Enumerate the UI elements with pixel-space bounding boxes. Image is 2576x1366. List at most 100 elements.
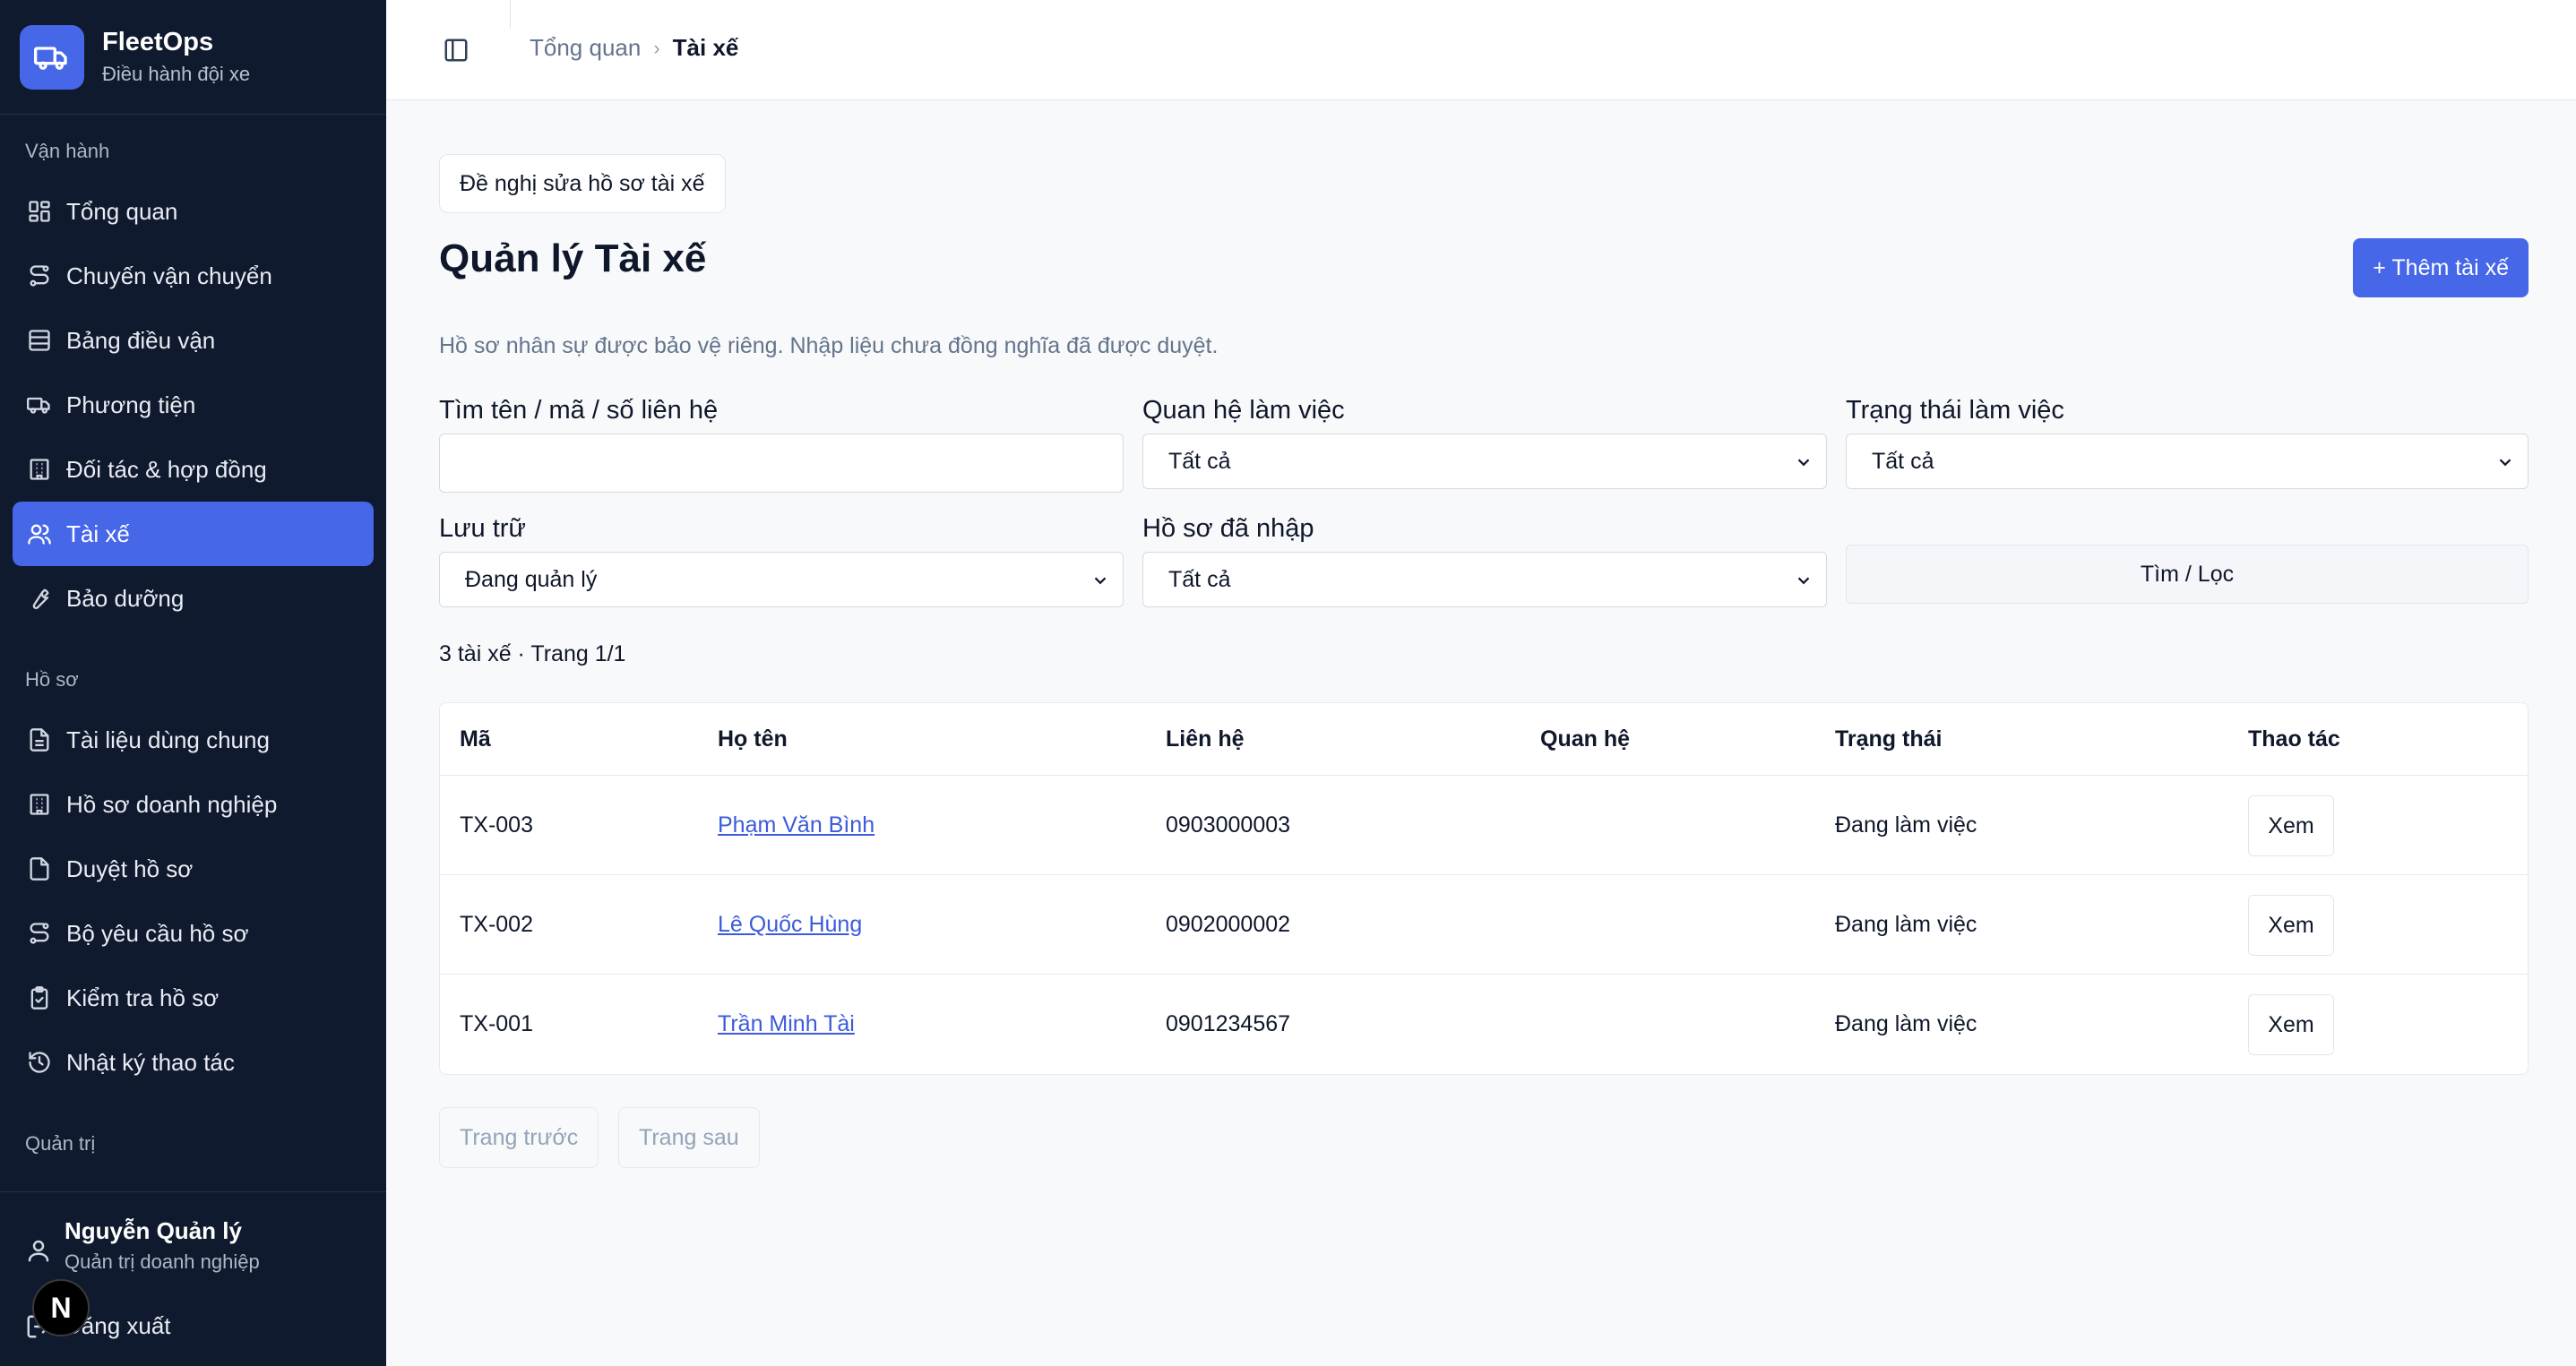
user-name: Nguyễn Quản lý [65,1217,242,1244]
column-header-status: Trạng thái [1835,726,1943,752]
sidebar-item-partners[interactable]: Đối tác & hợp đồng [13,437,374,502]
dev-badge[interactable]: N [32,1279,90,1336]
truck-icon [27,397,50,414]
sidebar-item-label: Chuyến vận chuyển [66,262,272,289]
chevron-right-icon: › [653,36,660,59]
column-header-relation: Quan hệ [1540,726,1631,752]
edit-request-link[interactable]: Đề nghị sửa hồ sơ tài xế [439,154,726,213]
sidebar-item-drivers[interactable]: Tài xế [13,502,374,566]
sidebar-item-record-requirements[interactable]: Bộ yêu cầu hồ sơ [13,901,374,966]
driver-code: TX-002 [460,912,533,937]
sidebar-item-label: Bảo dưỡng [66,584,185,612]
driver-name-link[interactable]: Lê Quốc Hùng [718,912,862,938]
driver-status: Đang làm việc [1835,1011,1977,1036]
sidebar-item-overview[interactable]: Tổng quan [13,179,374,244]
view-button[interactable]: Xem [2248,895,2334,956]
result-count: 3 tài xế · Trang 1/1 [439,641,626,666]
section-label-operations: Vận hành [25,140,110,162]
sidebar-item-dispatch-board[interactable]: Bảng điều vận [13,308,374,373]
user-profile[interactable]: Nguyễn Quản lý Quản trị doanh nghiệp [25,1217,260,1274]
driver-name-link[interactable]: Phạm Văn Bình [718,812,874,838]
chevron-down-icon [1797,459,1810,467]
page-title: Quản lý Tài xế [439,236,707,280]
history-icon [29,1052,50,1073]
panel-left-icon [444,39,468,62]
view-button[interactable]: Xem [2248,795,2334,856]
user-icon [28,1240,49,1262]
table-icon [29,330,50,351]
dashboard-icon [29,201,50,222]
sidebar-item-check-records[interactable]: Kiểm tra hồ sơ [13,966,374,1030]
column-header-contact: Liên hệ [1166,726,1245,752]
column-header-name: Họ tên [718,726,788,752]
sidebar-item-label: Tài xế [66,520,130,547]
sidebar-item-trips[interactable]: Chuyến vận chuyển [13,244,374,308]
sidebar-item-label: Kiểm tra hồ sơ [66,984,220,1011]
chevron-down-icon [2499,459,2511,467]
sidebar-item-label: Duyệt hồ sơ [66,855,194,882]
wrench-icon [32,588,49,609]
column-header-actions: Thao tác [2248,726,2340,752]
sidebar-item-activity-log[interactable]: Nhật ký thao tác [13,1030,374,1095]
sidebar-item-vehicles[interactable]: Phương tiện [13,373,374,437]
sidebar-toggle-button[interactable] [440,34,472,66]
entered-select[interactable]: Tất cả [1142,552,1827,607]
truck-icon [20,24,84,90]
table-row: TX-003 Phạm Văn Bình 0903000003 Đang làm… [440,775,2528,874]
entered-label: Hồ sơ đã nhập [1142,514,1314,543]
sidebar-item-review-records[interactable]: Duyệt hồ sơ [13,837,374,901]
relation-label: Quan hệ làm việc [1142,396,1345,425]
column-header-code: Mã [460,726,491,752]
next-page-button[interactable]: Trang sau [618,1107,760,1168]
sidebar-item-label: Bảng điều vận [66,326,216,354]
building-icon [30,459,49,480]
driver-status: Đang làm việc [1835,912,1977,937]
sidebar-item-shared-docs[interactable]: Tài liệu dùng chung [13,708,374,772]
filter-button[interactable]: Tìm / Lọc [1846,545,2529,604]
search-input[interactable] [439,434,1124,493]
brand[interactable]: FleetOps Điều hành đội xe [0,0,386,115]
route-icon [30,923,49,944]
breadcrumb-current: Tài xế [672,34,739,61]
topbar: Tổng quan › Tài xế [386,0,2576,100]
section-label-records: Hồ sơ [25,668,79,691]
view-button[interactable]: Xem [2248,994,2334,1055]
driver-name-link[interactable]: Trần Minh Tài [718,1011,855,1037]
driver-phone: 0902000002 [1166,912,1291,937]
chevron-down-icon [1797,577,1810,585]
chevron-down-icon [1094,577,1107,585]
table-row: TX-001 Trần Minh Tài 0901234567 Đang làm… [440,974,2528,1073]
archive-select[interactable]: Đang quản lý [439,552,1124,607]
clipboard-check-icon [30,986,48,1009]
divider [510,0,511,29]
previous-page-button[interactable]: Trang trước [439,1107,599,1168]
add-driver-button[interactable]: + Thêm tài xế [2353,238,2529,297]
relation-select-value: Tất cả [1168,448,1231,474]
document-icon [30,728,49,752]
entered-select-value: Tất cả [1168,566,1231,592]
drivers-table: Mã Họ tên Liên hệ Quan hệ Trạng thái Tha… [439,702,2529,1075]
building-icon [30,794,49,815]
status-select[interactable]: Tất cả [1846,434,2529,489]
archive-select-value: Đang quản lý [465,566,598,592]
sidebar-item-label: Đối tác & hợp đồng [66,455,267,483]
page-subtitle: Hồ sơ nhân sự được bảo vệ riêng. Nhập li… [439,333,1219,358]
sidebar-item-label: Phương tiện [66,391,196,418]
brand-name: FleetOps [102,28,214,56]
driver-code: TX-001 [460,1011,533,1036]
sidebar-item-label: Nhật ký thao tác [66,1048,235,1076]
sidebar-item-company-profile[interactable]: Hồ sơ doanh nghiệp [13,772,374,837]
search-label: Tìm tên / mã / số liên hệ [439,396,719,425]
sidebar-item-label: Tổng quan [66,197,178,225]
sidebar-item-maintenance[interactable]: Bảo dưỡng [13,566,374,631]
driver-phone: 0903000003 [1166,812,1291,838]
table-row: TX-002 Lê Quốc Hùng 0902000002 Đang làm … [440,874,2528,974]
route-icon [30,265,49,287]
archive-label: Lưu trữ [439,514,526,543]
status-label: Trạng thái làm việc [1846,396,2064,425]
breadcrumb-home-link[interactable]: Tổng quan [530,34,641,62]
breadcrumb: Tổng quan › Tài xế [530,34,738,62]
status-select-value: Tất cả [1872,448,1934,474]
file-check-icon [30,857,49,881]
relation-select[interactable]: Tất cả [1142,434,1827,489]
